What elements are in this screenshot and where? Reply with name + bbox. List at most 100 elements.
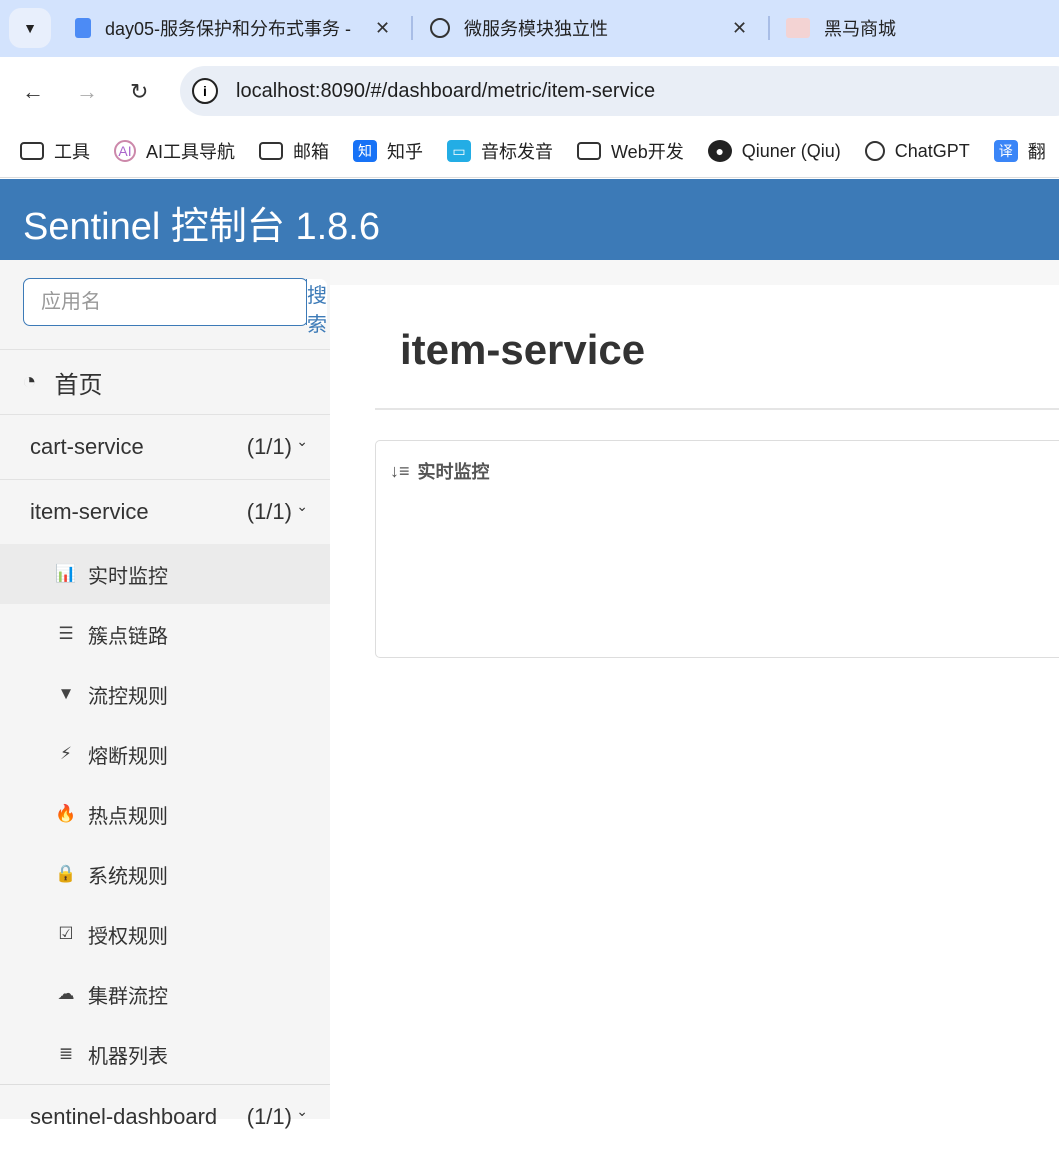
sidebar-menu: ◔ 首页 cart-service (1/1) ⌄ item-service (1/1)… (0, 349, 330, 1149)
app-count: (1/1) (246, 1104, 292, 1129)
bookmark-label: AI工具导航 (146, 142, 236, 162)
bookmark-web[interactable]: Web开发 (577, 138, 684, 164)
bookmark-chatgpt[interactable]: ChatGPT (864, 141, 970, 162)
chevron-down-icon: ▼ (23, 20, 37, 36)
bookmark-label: 邮箱 (293, 142, 330, 162)
divider (375, 408, 1059, 410)
sidebar-subitem-label: 集群流控 (88, 985, 168, 1008)
sidebar-subitem[interactable]: 📊 实时监控 (0, 544, 330, 604)
sidebar-subitem-label: 实时监控 (88, 565, 168, 588)
tab-microservice[interactable]: 微服务模块独立性 ✕ (430, 8, 750, 48)
chatgpt-icon (430, 18, 450, 38)
folder-icon (20, 142, 44, 160)
item-service-submenu: 📊 实时监控 ☰ 簇点链路 ▼ 流控规则 ⚡ 熔断规则 🔥 热点规则 🔒 系统规则 ☑ 授权规则 ☁ 集群流控… (0, 544, 330, 1084)
tab-day05[interactable]: day05-服务保护和分布式事务 - ✕ (75, 8, 395, 48)
app-name-input[interactable] (24, 279, 306, 325)
sidebar-subitem[interactable]: ≣ 机器列表 (0, 1024, 330, 1084)
sidebar-item-home[interactable]: ◔ 首页 (0, 349, 330, 414)
sidebar-app-item-service[interactable]: item-service (1/1) ⌄ (0, 479, 330, 544)
sidebar-subitem[interactable]: 🔥 热点规则 (0, 784, 330, 844)
address-bar-row: ← → ↻ i localhost:8090/#/dashboard/metri… (0, 57, 1059, 125)
cloud-icon: ☁ (57, 984, 75, 1003)
app-title: Sentinel 控制台 1.8.6 (23, 206, 380, 248)
bookmark-label: 翻 (1027, 142, 1046, 162)
tab-separator (768, 16, 770, 40)
back-icon[interactable]: ← (22, 79, 44, 105)
reload-icon[interactable]: ↻ (130, 79, 148, 105)
bookmark-label: Qiuner (Qiu) (741, 140, 841, 161)
bookmark-label: 知乎 (387, 142, 424, 162)
bookmark-ai-nav[interactable]: AI AI工具导航 (114, 138, 235, 164)
main-content: item-service ↓≡ 实时监控 (330, 260, 1059, 1119)
tab-title: 黑马商城 (824, 19, 896, 39)
bookmark-github[interactable]: ● Qiuner (Qiu) (707, 140, 841, 162)
sidebar-subitem[interactable]: ☁ 集群流控 (0, 964, 330, 1024)
bookmark-label: Web开发 (611, 142, 684, 162)
folder-icon (577, 142, 602, 160)
close-icon[interactable]: ✕ (375, 18, 390, 39)
bilibili-icon: ▭ (447, 140, 472, 162)
tab-search-button[interactable]: ▼ (9, 8, 51, 48)
bookmark-label: 工具 (54, 142, 90, 162)
filter-icon: ▼ (57, 684, 75, 703)
sidebar-subitem-label: 簇点链路 (88, 625, 168, 648)
sort-icon: ↓≡ (390, 460, 410, 481)
sidebar-subitem[interactable]: ☑ 授权规则 (0, 904, 330, 964)
sidebar-subitem-label: 系统规则 (88, 865, 168, 888)
bar-chart-icon: 📊 (55, 564, 77, 583)
sidebar-app-cart-service[interactable]: cart-service (1/1) ⌄ (0, 414, 330, 479)
info-icon[interactable]: i (192, 78, 218, 104)
bookmark-translate[interactable]: 译翻 (993, 138, 1046, 164)
sidebar-app-sentinel-dashboard[interactable]: sentinel-dashboard (1/1) ⌄ (0, 1084, 330, 1149)
chevron-down-icon: ⌄ (296, 433, 308, 449)
tab-heima[interactable]: 黑马商城 (786, 8, 896, 48)
url-text[interactable]: localhost:8090/#/dashboard/metric/item-s… (236, 80, 655, 103)
app-name: sentinel-dashboard (30, 1104, 218, 1129)
bookmark-label: 音标发音 (481, 142, 554, 162)
zhihu-icon: 知 (353, 140, 378, 162)
sidebar-subitem-label: 授权规则 (88, 925, 168, 948)
search-button[interactable]: 搜索 (306, 279, 327, 336)
bookmarks-bar: 工具 AI AI工具导航 邮箱 知知乎 ▭ 音标发音 Web开发 ● Qiuner (… (0, 125, 1059, 178)
bookmark-phonetic[interactable]: ▭ 音标发音 (447, 138, 553, 164)
sidebar: 搜索 ◔首页 cart-service(1/1)⌄ item-service(1… (0, 260, 330, 1129)
app-name: cart-service (30, 434, 144, 459)
sidebar-subitem[interactable]: ☰ 簇点链路 (0, 604, 330, 664)
flash-icon: ⚡ (60, 744, 72, 763)
lock-icon: 🔒 (55, 864, 77, 883)
top-strip (330, 260, 1059, 285)
fire-icon: 🔥 (55, 804, 77, 823)
chevron-down-icon: ⌄ (296, 498, 308, 514)
app-header: Sentinel 控制台 1.8.6 (0, 179, 1059, 260)
tab-title: 微服务模块独立性 (464, 19, 608, 39)
sidebar-subitem[interactable]: ▼ 流控规则 (0, 664, 330, 724)
url-bar[interactable]: i localhost:8090/#/dashboard/metric/item… (180, 66, 1059, 116)
sidebar-subitem-label: 热点规则 (88, 805, 168, 828)
close-icon[interactable]: ✕ (732, 18, 747, 39)
sidebar-subitem[interactable]: ⚡ 熔断规则 (0, 724, 330, 784)
dashboard-icon: ◔ (22, 368, 37, 395)
browser-tab-bar: ▼ day05-服务保护和分布式事务 - ✕ 微服务模块独立性 ✕ 黑马商城 (0, 0, 1059, 57)
translate-icon: 译 (993, 140, 1018, 162)
chevron-down-icon: ⌄ (296, 1103, 308, 1119)
sidebar-item-label: 首页 (54, 371, 103, 399)
sidebar-subitem[interactable]: 🔒 系统规则 (0, 844, 330, 904)
folder-icon (259, 142, 284, 160)
tab-title: day05-服务保护和分布式事务 - (105, 19, 352, 39)
bookmark-mail[interactable]: 邮箱 (259, 138, 329, 164)
app-count: (1/1) (246, 434, 292, 459)
bookmark-tools[interactable]: 工具 (20, 138, 90, 164)
page-title: item-service (400, 326, 646, 373)
list-alt-icon: ☰ (58, 624, 74, 643)
realtime-monitor-panel: ↓≡ 实时监控 (375, 440, 1059, 658)
bookmark-zhihu[interactable]: 知知乎 (353, 138, 423, 164)
sidebar-subitem-label: 流控规则 (88, 685, 168, 708)
panel-title: 实时监控 (417, 462, 490, 482)
sidebar-subitem-label: 机器列表 (88, 1045, 168, 1068)
th-list-icon: ≣ (58, 1044, 74, 1063)
sidebar-subitem-label: 熔断规则 (88, 745, 168, 768)
github-icon: ● (707, 140, 732, 162)
tab-separator (411, 16, 413, 40)
check-square-icon: ☑ (58, 924, 74, 943)
forward-icon[interactable]: → (76, 79, 98, 105)
